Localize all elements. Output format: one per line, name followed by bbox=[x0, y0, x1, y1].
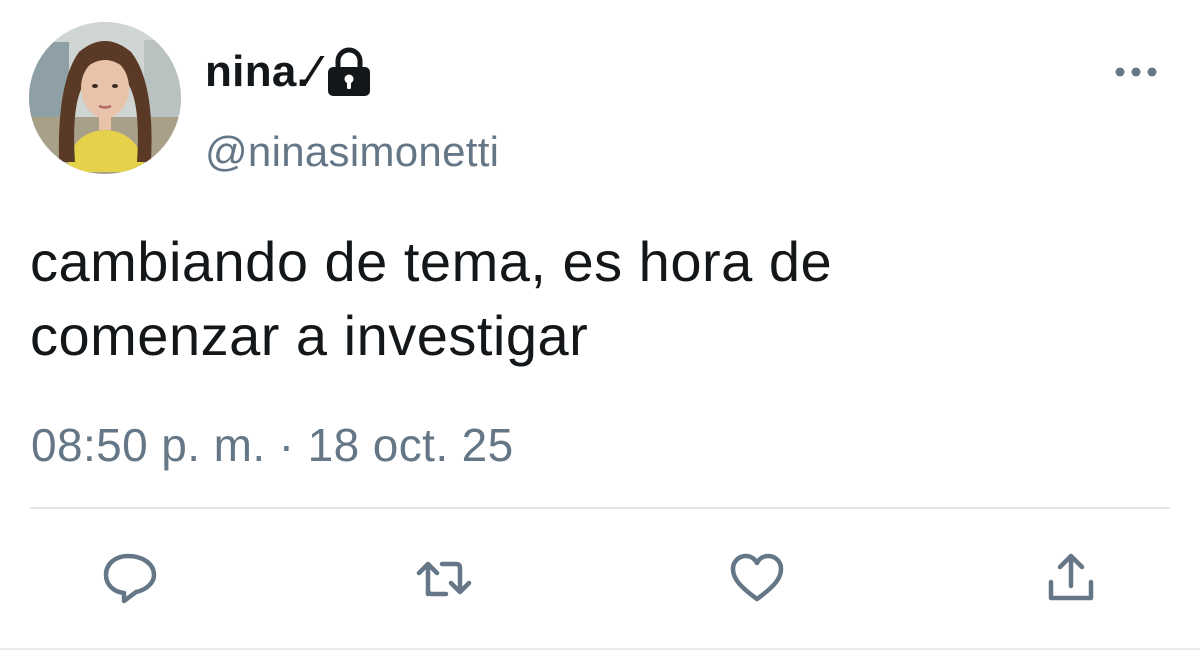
bottom-divider bbox=[0, 648, 1200, 650]
speech-bubble-icon bbox=[103, 553, 157, 604]
user-handle[interactable]: @ninasimonetti bbox=[205, 128, 499, 176]
tweet-text-line-2: comenzar a investigar bbox=[30, 304, 589, 367]
avatar-image bbox=[29, 22, 181, 174]
tweet-timestamp[interactable]: 08:50 p. m. · 18 oct. 25 bbox=[31, 418, 514, 472]
share-upload-icon bbox=[1048, 553, 1094, 601]
ellipsis-icon[interactable] bbox=[1112, 62, 1160, 82]
tweet-text-line-1: cambiando de tema, es hora de bbox=[30, 230, 833, 293]
display-name[interactable]: nina.⁄ bbox=[205, 47, 317, 97]
heart-icon bbox=[730, 553, 784, 602]
lock-icon bbox=[325, 46, 373, 98]
retweet-arrows-icon bbox=[416, 561, 472, 597]
tweet-text: cambiando de tema, es hora de comenzar a… bbox=[30, 225, 1150, 373]
share-button[interactable] bbox=[1041, 548, 1101, 608]
display-name-row: nina.⁄ bbox=[205, 42, 373, 102]
avatar[interactable] bbox=[29, 22, 181, 174]
reply-button[interactable] bbox=[100, 548, 160, 608]
retweet-button[interactable] bbox=[414, 548, 474, 608]
tweet-card: nina.⁄ @ninasimonetti cambiando de tema,… bbox=[0, 0, 1200, 667]
like-button[interactable] bbox=[727, 548, 787, 608]
divider bbox=[30, 507, 1170, 509]
